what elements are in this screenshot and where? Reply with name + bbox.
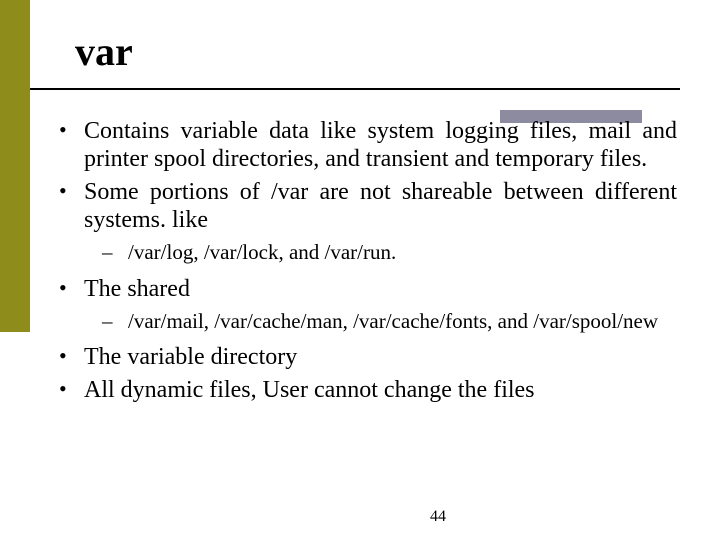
page-number: 44 <box>430 508 446 526</box>
bullet-item: The variable directory <box>47 343 677 371</box>
slide-title: var <box>75 32 680 72</box>
sub-bullet-list: /var/mail, /var/cache/man, /var/cache/fo… <box>84 307 677 335</box>
title-area: var <box>75 32 680 72</box>
sub-bullet-text: /var/mail, /var/cache/man, /var/cache/fo… <box>128 307 677 335</box>
bullet-text: The variable directory <box>84 344 297 370</box>
slide-body: Contains variable data like system loggi… <box>47 117 677 408</box>
bullet-item: Contains variable data like system loggi… <box>47 117 677 174</box>
sub-bullet-item: /var/log, /var/lock, and /var/run. <box>84 238 677 266</box>
title-underline <box>30 88 680 90</box>
bullet-list: Contains variable data like system loggi… <box>47 117 677 404</box>
sub-bullet-text: /var/log, /var/lock, and /var/run. <box>128 240 396 264</box>
accent-sidebar <box>0 0 30 332</box>
bullet-text: Contains variable data like system loggi… <box>84 117 677 174</box>
bullet-text: The shared <box>84 276 190 302</box>
sub-bullet-item: /var/mail, /var/cache/man, /var/cache/fo… <box>84 307 677 335</box>
bullet-text: Some portions of /var are not shareable … <box>84 178 677 235</box>
bullet-item: The shared /var/mail, /var/cache/man, /v… <box>47 275 677 336</box>
bullet-text: All dynamic files, User cannot change th… <box>84 377 535 403</box>
bullet-item: All dynamic files, User cannot change th… <box>47 376 677 404</box>
bullet-item: Some portions of /var are not shareable … <box>47 178 677 267</box>
sub-bullet-list: /var/log, /var/lock, and /var/run. <box>84 238 677 266</box>
